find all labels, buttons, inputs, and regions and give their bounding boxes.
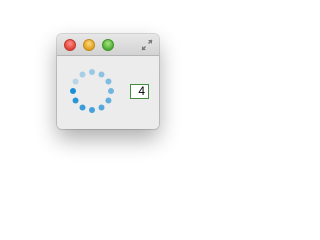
window-content: 4	[57, 56, 159, 129]
spinner-dot	[105, 78, 112, 85]
loading-spinner-icon	[70, 69, 114, 113]
spinner-dot	[89, 107, 95, 113]
spinner-dot	[79, 71, 86, 78]
app-window: 4	[57, 34, 159, 129]
title-bar[interactable]	[57, 34, 159, 56]
spinner-dot	[98, 71, 105, 78]
spinner-dot	[79, 104, 86, 111]
spinner-dot	[98, 104, 105, 111]
spinner-dot	[70, 88, 76, 94]
spinner-dot	[72, 97, 79, 104]
spinner-dot	[72, 78, 79, 85]
fullscreen-arrows-icon[interactable]	[141, 39, 153, 51]
spinner-dot	[89, 69, 95, 75]
counter-value: 4	[130, 84, 149, 99]
spinner-dot	[108, 88, 114, 94]
close-window-button[interactable]	[64, 39, 76, 51]
spinner-dot	[105, 97, 112, 104]
zoom-window-button[interactable]	[102, 39, 114, 51]
minimize-window-button[interactable]	[83, 39, 95, 51]
